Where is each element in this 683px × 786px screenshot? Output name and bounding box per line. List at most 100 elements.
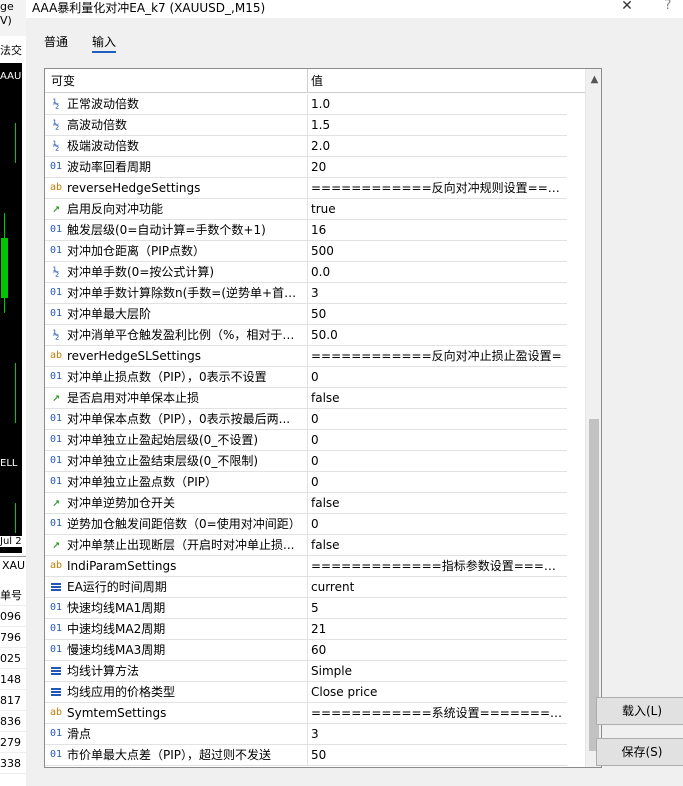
param-value[interactable]: true [311, 199, 563, 220]
order-id[interactable]: 338 [0, 753, 26, 774]
load-button[interactable]: 载入(L) [596, 697, 683, 725]
param-value[interactable]: 1.0 [311, 94, 563, 115]
param-value[interactable]: 50 [311, 745, 563, 766]
order-id[interactable]: 148 [0, 669, 26, 690]
order-id[interactable]: 096 [0, 606, 26, 627]
param-value[interactable]: 0 [311, 367, 563, 388]
param-value[interactable]: 0 [311, 430, 563, 451]
order-id[interactable]: 796 [0, 627, 26, 648]
param-row[interactable]: 01 快速均线MA1周期 5 [45, 598, 567, 619]
header-value[interactable]: 值 [311, 69, 323, 93]
param-row[interactable]: ↗ 对冲单逆势加仓开关 false [45, 493, 567, 514]
param-row[interactable]: ↗ 启用反向对冲功能 true [45, 199, 567, 220]
param-name: 波动率回看周期 [67, 160, 152, 174]
integer-icon: 01 [49, 308, 63, 319]
param-value[interactable]: false [311, 493, 563, 514]
candle [1, 238, 8, 298]
param-value[interactable]: 3 [311, 724, 563, 745]
param-value[interactable]: 0.0 [311, 262, 563, 283]
menu-fragment-3[interactable]: 法交 [0, 42, 22, 58]
param-value[interactable]: 500 [311, 241, 563, 262]
param-row[interactable]: 01 对冲单止损点数（PIP），0表示不设置 0 [45, 367, 567, 388]
order-id[interactable]: 836 [0, 711, 26, 732]
param-row[interactable]: 01 对冲单手数计算除数n(手数=(逆势单+首单... 3 [45, 283, 567, 304]
param-row[interactable]: 01 对冲单保本点数（PIP），0表示按最后两... 0 [45, 409, 567, 430]
param-value[interactable]: false [311, 388, 563, 409]
param-row[interactable]: 01 对冲加仓距离（PIP点数） 500 [45, 241, 567, 262]
param-row[interactable]: 01 滑点 3 [45, 724, 567, 745]
param-row[interactable]: 均线应用的价格类型 Close price [45, 682, 567, 703]
vertical-scrollbar[interactable]: ▲ [585, 69, 601, 767]
param-value[interactable]: 3 [311, 283, 563, 304]
symbol-tab[interactable]: XAU [0, 556, 26, 576]
param-row[interactable]: 01 触发层级(0=自动计算=手数个数+1) 16 [45, 220, 567, 241]
param-row[interactable]: ↗ 是否启用对冲单保本止损 false [45, 388, 567, 409]
param-value[interactable]: ============反向对冲规则设置==== [311, 178, 563, 199]
param-row[interactable]: ½ 正常波动倍数 1.0 [45, 94, 567, 115]
param-value[interactable]: 0 [311, 451, 563, 472]
param-row[interactable]: 01 对冲单最大层阶 50 [45, 304, 567, 325]
param-row[interactable]: 01 对冲单独立止盈结束层级(0_不限制) 0 [45, 451, 567, 472]
menu-fragment-1[interactable]: ge [0, 0, 14, 13]
param-row[interactable]: ab IndiParamSettings =============指标参数设置==… [45, 556, 567, 577]
param-row[interactable]: 01 慢速均线MA3周期 60 [45, 640, 567, 661]
param-value[interactable]: 0 [311, 514, 563, 535]
order-id[interactable]: 817 [0, 690, 26, 711]
param-row[interactable]: ab reverseHedgeSettings ============反向对冲规则… [45, 178, 567, 199]
param-value[interactable]: 16 [311, 220, 563, 241]
param-row[interactable]: ab reverHedgeSLSettings ============反向对冲止损… [45, 346, 567, 367]
param-value[interactable]: 0 [311, 409, 563, 430]
tab-inputs[interactable]: 输入 [92, 33, 117, 53]
param-value[interactable]: 50.0 [311, 325, 563, 346]
param-value[interactable]: 50 [311, 304, 563, 325]
param-row[interactable]: ↗ 对冲单禁止出现断层（开启时对冲单止损... false [45, 535, 567, 556]
scroll-up-arrow[interactable]: ▲ [586, 71, 601, 88]
param-value[interactable]: 2.0 [311, 136, 563, 157]
param-value[interactable]: 0 [311, 472, 563, 493]
param-row[interactable]: 均线计算方法 Simple [45, 661, 567, 682]
param-value[interactable]: current [311, 577, 563, 598]
param-value[interactable]: =============指标参数设置======= [311, 556, 563, 577]
param-value[interactable]: ============反向对冲止损止盈设置= [311, 346, 563, 367]
menu-fragment-2[interactable]: V) [0, 14, 12, 27]
param-row[interactable]: ab SymtemSettings ============系统设置========… [45, 703, 567, 724]
column-divider [307, 157, 308, 178]
header-divider[interactable] [307, 69, 308, 93]
tab-common[interactable]: 普通 [44, 33, 68, 51]
price-chart[interactable]: AAU ELL Jul 2 [0, 63, 22, 553]
param-value[interactable]: Close price [311, 682, 563, 703]
param-row[interactable]: 01 市价单最大点差（PIP），超过则不发送 50 [45, 745, 567, 766]
title-bar[interactable]: AAA暴利量化对冲EA_k7 (XAUUSD_,M15) ✕ ? [26, 0, 683, 18]
param-row[interactable]: 01 对冲单独立止盈起始层级(0_不设置) 0 [45, 430, 567, 451]
param-value[interactable]: 20 [311, 157, 563, 178]
param-value[interactable]: ============系统设置========== [311, 703, 563, 724]
column-divider [307, 451, 308, 472]
param-name: IndiParamSettings [67, 559, 177, 573]
param-row[interactable]: 01 逆势加仓触发间距倍数（0=使用对冲间距） 0 [45, 514, 567, 535]
param-row[interactable]: 01 中速均线MA2周期 21 [45, 619, 567, 640]
param-name: 启用反向对冲功能 [67, 202, 164, 216]
param-row[interactable]: ½ 对冲单手数(0=按公式计算) 0.0 [45, 262, 567, 283]
order-id[interactable]: 025 [0, 648, 26, 669]
integer-icon: 01 [49, 728, 63, 739]
order-id[interactable]: 279 [0, 732, 26, 753]
param-row[interactable]: ½ 极端波动倍数 2.0 [45, 136, 567, 157]
param-value[interactable]: 5 [311, 598, 563, 619]
param-row[interactable]: 01 波动率回看周期 20 [45, 157, 567, 178]
param-row[interactable]: EA运行的时间周期 current [45, 577, 567, 598]
param-row[interactable]: ½ 高波动倍数 1.5 [45, 115, 567, 136]
help-button[interactable]: ? [660, 0, 676, 17]
param-value[interactable]: 1.5 [311, 115, 563, 136]
param-value[interactable]: false [311, 535, 563, 556]
save-button[interactable]: 保存(S) [596, 738, 683, 766]
param-name: 慢速均线MA3周期 [67, 643, 166, 657]
param-value[interactable]: 60 [311, 640, 563, 661]
param-value[interactable]: Simple [311, 661, 563, 682]
close-button[interactable]: ✕ [616, 0, 638, 17]
header-variable[interactable]: 可变 [51, 69, 75, 93]
param-row[interactable]: ½ 对冲消单平仓触发盈利比例（%，相对于目... 50.0 [45, 325, 567, 346]
param-name: 对冲单独立止盈点数（PIP） [67, 475, 218, 489]
param-row[interactable]: 01 对冲单独立止盈点数（PIP） 0 [45, 472, 567, 493]
chart-symbol-label: AAU [0, 71, 22, 82]
param-value[interactable]: 21 [311, 619, 563, 640]
